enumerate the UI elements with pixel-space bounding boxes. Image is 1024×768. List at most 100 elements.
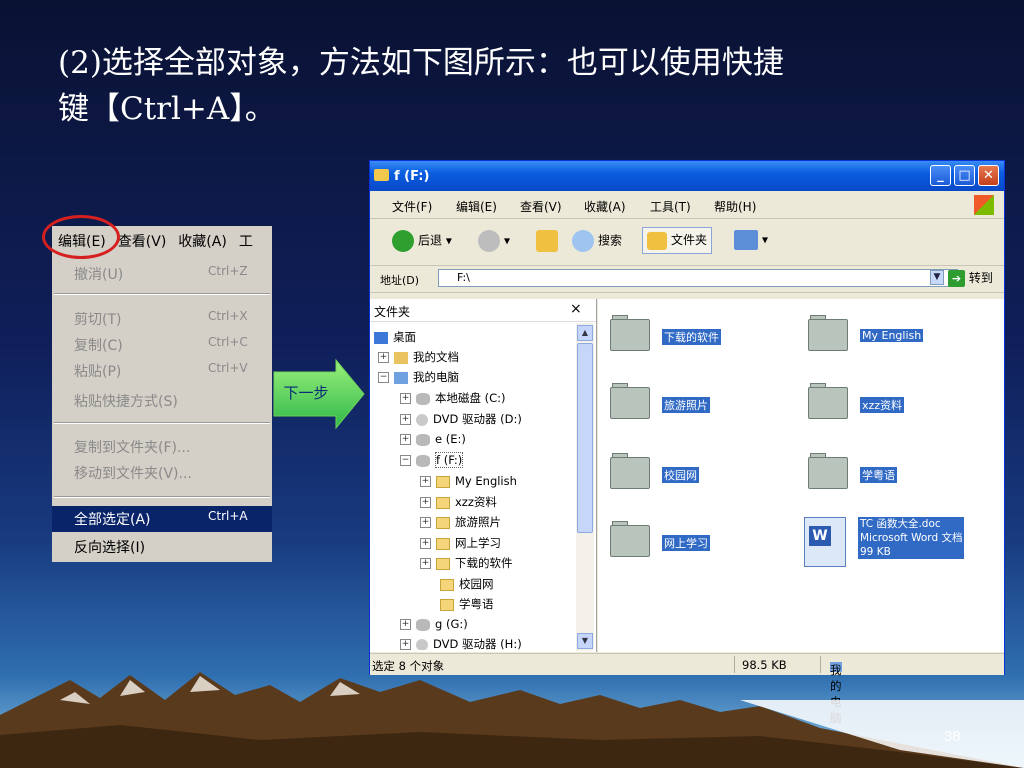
tree-item-my-english[interactable]: + My English: [420, 474, 517, 493]
tree-label: 学粤语: [459, 597, 494, 611]
close-pane-button[interactable]: ×: [570, 301, 582, 317]
tree-label: My English: [455, 474, 517, 488]
menu-tools[interactable]: 工具(T): [650, 198, 691, 215]
menu-edit[interactable]: 编辑(E): [456, 198, 497, 215]
folder-tree-pane: 文件夹 × 桌面 + 我的文档 − 我的电脑 + 本地磁盘 (C:) + DVD 驱动器…: [370, 299, 597, 652]
tree-item-downloads[interactable]: + 下载的软件: [420, 555, 513, 574]
toolbar: 后退 ▾ ▾ 搜索 文件夹 ▾: [370, 219, 1004, 266]
folder-icon: [436, 496, 450, 509]
folders-button[interactable]: 文件夹: [642, 227, 713, 254]
go-button[interactable]: ➔ 转到: [948, 269, 1000, 289]
scroll-thumb[interactable]: [577, 343, 593, 533]
close-button[interactable]: ✕: [978, 165, 999, 186]
expand-icon[interactable]: +: [420, 497, 431, 508]
up-button[interactable]: [536, 230, 562, 252]
folder-pane-title: 文件夹: [374, 305, 411, 319]
tree-item-dvd-d[interactable]: + DVD 驱动器 (D:): [400, 411, 522, 430]
collapse-icon[interactable]: −: [400, 455, 411, 466]
menu-item-shortcut: Ctrl+C: [208, 335, 248, 349]
menu-item-select-all[interactable]: 全部选定(A) Ctrl+A: [52, 506, 272, 532]
expand-icon[interactable]: +: [400, 619, 411, 630]
menu-favorites[interactable]: 收藏(A): [584, 198, 626, 215]
folder-icon: [436, 557, 450, 570]
menu-item-paste[interactable]: 粘贴(P) Ctrl+V: [52, 358, 272, 382]
menu-separator: [54, 293, 270, 295]
explorer-menu-bar: 文件(F) 编辑(E) 查看(V) 收藏(A) 工具(T) 帮助(H): [370, 192, 1004, 219]
back-label: 后退: [418, 233, 443, 248]
scroll-up-button[interactable]: ▲: [577, 325, 593, 341]
tree-item-online-learning[interactable]: + 网上学习: [420, 535, 501, 554]
explorer-window: f (F:) _ □ ✕ 文件(F) 编辑(E) 查看(V) 收藏(A) 工具(…: [369, 160, 1005, 725]
folder-up-icon: [536, 230, 558, 252]
folders-label: 文件夹: [671, 233, 708, 247]
menu-item-copy[interactable]: 复制(C) Ctrl+C: [52, 332, 272, 356]
tree-label: 我的文档: [413, 350, 459, 364]
drive-icon: [416, 618, 430, 631]
tree-item-xzz[interactable]: + xzz资料: [420, 494, 497, 513]
tree-item-drive-f[interactable]: − f (F:): [400, 452, 464, 472]
window-title: f (F:): [394, 169, 430, 184]
menu-view[interactable]: 查看(V): [520, 198, 562, 215]
expand-icon[interactable]: +: [420, 476, 431, 487]
file-name: 旅游照片: [662, 397, 710, 413]
tree-item-my-computer[interactable]: − 我的电脑: [378, 369, 459, 388]
menu-favorites[interactable]: 收藏(A): [178, 231, 227, 251]
views-button[interactable]: ▾: [734, 230, 768, 250]
address-dropdown-button[interactable]: ▼: [930, 270, 944, 285]
search-button[interactable]: 搜索: [572, 230, 622, 252]
menu-file[interactable]: 文件(F): [392, 198, 432, 215]
tree-item-my-documents[interactable]: + 我的文档: [378, 349, 459, 368]
expand-icon[interactable]: +: [420, 538, 431, 549]
file-name: 网上学习: [662, 535, 710, 551]
tree-label: e (E:): [435, 432, 466, 446]
tree-item-drive-g[interactable]: + g (G:): [400, 617, 468, 636]
menu-item-invert-selection[interactable]: 反向选择(I): [52, 534, 272, 558]
slide-title: (2)选择全部对象，方法如下图所示：也可以使用快捷 键【Ctrl+A】。: [58, 40, 988, 132]
edit-menu: 编辑(E) 查看(V) 收藏(A) 工 撤消(U) Ctrl+Z 剪切(T) C…: [52, 226, 272, 562]
menu-item-undo[interactable]: 撤消(U) Ctrl+Z: [52, 261, 272, 285]
next-step-arrow: 下一步: [273, 358, 365, 430]
collapse-icon[interactable]: −: [378, 372, 389, 383]
page-number: 38: [944, 728, 961, 745]
menu-item-paste-shortcut[interactable]: 粘贴快捷方式(S): [52, 388, 272, 412]
tree-item-travel-photos[interactable]: + 旅游照片: [420, 514, 501, 533]
minimize-button[interactable]: _: [930, 165, 951, 186]
address-value: F:\: [457, 271, 470, 284]
menu-help[interactable]: 帮助(H): [714, 198, 756, 215]
menu-item-cut[interactable]: 剪切(T) Ctrl+X: [52, 306, 272, 330]
desktop-icon: [374, 331, 388, 344]
expand-icon[interactable]: +: [400, 434, 411, 445]
expand-icon[interactable]: +: [378, 352, 389, 363]
documents-icon: [394, 351, 408, 364]
tree-label: 本地磁盘 (C:): [435, 391, 506, 405]
tree-item-drive-c[interactable]: + 本地磁盘 (C:): [400, 390, 506, 409]
expand-icon[interactable]: +: [420, 517, 431, 528]
expand-icon[interactable]: +: [400, 393, 411, 404]
menu-tools-partial[interactable]: 工: [239, 231, 253, 251]
menu-item-copy-to-folder[interactable]: 复制到文件夹(F)...: [52, 434, 272, 458]
menu-separator: [54, 422, 270, 424]
folder-icon: [808, 383, 850, 421]
menu-item-label: 全部选定(A): [74, 512, 151, 528]
forward-button[interactable]: ▾: [478, 230, 510, 252]
tree-item-drive-e[interactable]: + e (E:): [400, 432, 466, 451]
tree-scrollbar[interactable]: ▲ ▼: [576, 323, 594, 651]
address-input[interactable]: F:\: [438, 269, 958, 287]
tree-item-desktop[interactable]: 桌面: [374, 329, 416, 348]
menu-item-shortcut: Ctrl+V: [208, 361, 248, 375]
file-list-pane: 下载的软件 My English 旅游照片 xzz资料 校园网 学粤语 网上学习…: [598, 299, 1004, 652]
tree-item-cantonese[interactable]: 学粤语: [440, 596, 494, 615]
tree-item-campus-net[interactable]: 校园网: [440, 576, 494, 595]
title-bar[interactable]: f (F:) _ □ ✕: [370, 161, 1004, 191]
menu-item-label: 粘贴快捷方式(S): [74, 394, 178, 410]
expand-icon[interactable]: +: [400, 414, 411, 425]
back-button[interactable]: 后退 ▾: [392, 230, 452, 252]
expand-icon[interactable]: +: [420, 558, 431, 569]
menu-item-move-to-folder[interactable]: 移动到文件夹(V)...: [52, 460, 272, 484]
tree-label: 旅游照片: [455, 515, 501, 529]
tree-label: 校园网: [459, 577, 494, 591]
folder-icon: [436, 475, 450, 488]
menu-view[interactable]: 查看(V): [118, 231, 167, 251]
file-info: TC 函数大全.doc Microsoft Word 文档 99 KB: [858, 517, 965, 559]
maximize-button[interactable]: □: [954, 165, 975, 186]
